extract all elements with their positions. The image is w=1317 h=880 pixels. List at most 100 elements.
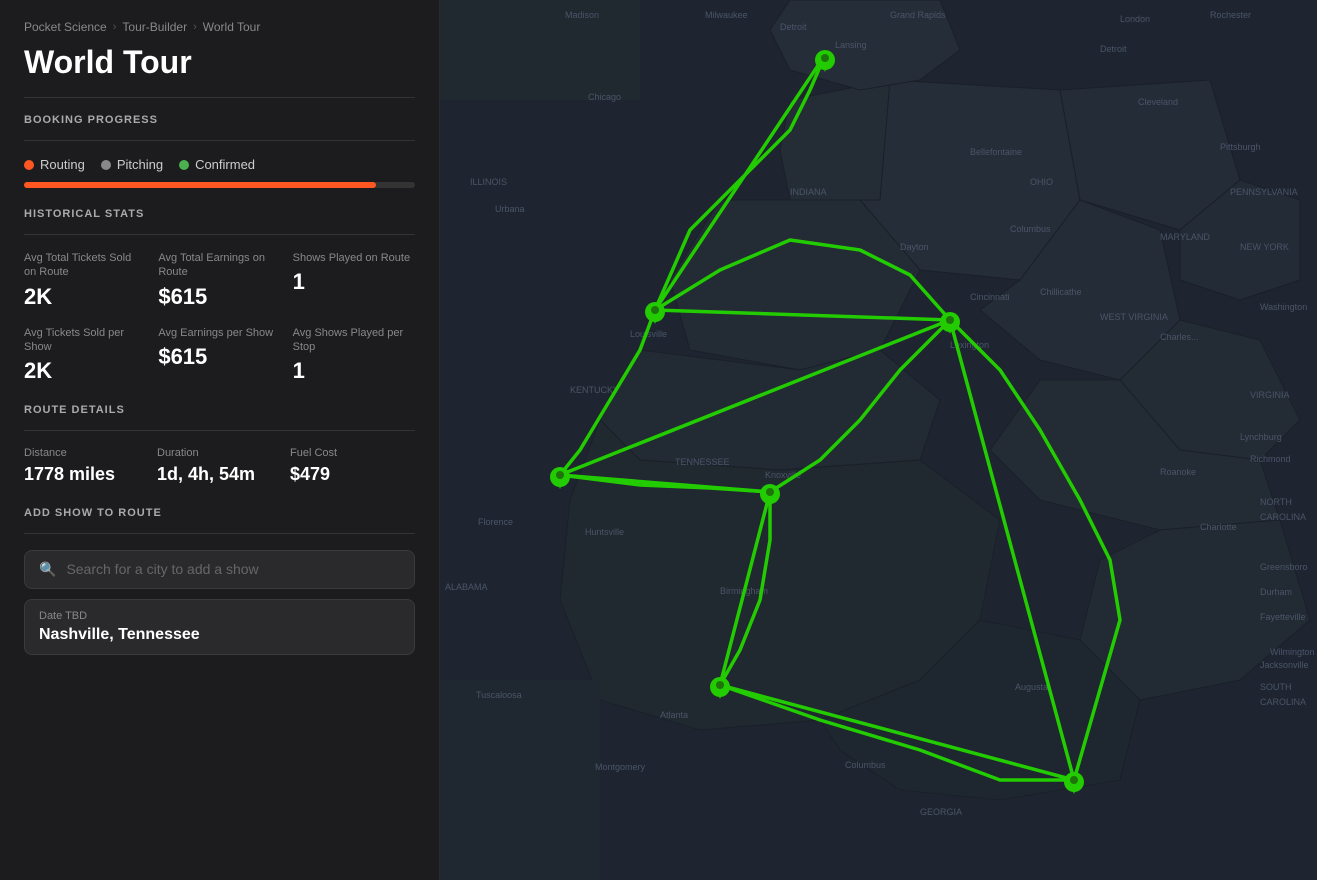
historical-stats-section: HISTORICAL STATS Avg Total Tickets Sold … xyxy=(24,208,415,384)
route-fuel-cost-label: Fuel Cost xyxy=(290,447,415,459)
svg-text:Montgomery: Montgomery xyxy=(595,762,646,772)
svg-text:Lansing: Lansing xyxy=(835,40,867,50)
stat-avg-tickets-sold: Avg Total Tickets Sold on Route 2K xyxy=(24,251,146,310)
svg-text:Huntsville: Huntsville xyxy=(585,527,624,537)
progress-bar-container xyxy=(24,182,415,188)
svg-text:Grand Rapids: Grand Rapids xyxy=(890,10,946,20)
svg-text:Greensboro: Greensboro xyxy=(1260,562,1308,572)
svg-text:Atlanta: Atlanta xyxy=(660,710,688,720)
svg-text:CAROLINA: CAROLINA xyxy=(1260,697,1306,707)
stat-value-avg-tickets-sold: 2K xyxy=(24,284,146,310)
svg-text:Bellefontaine: Bellefontaine xyxy=(970,147,1022,157)
route-distance-label: Distance xyxy=(24,447,149,459)
svg-text:Detroit: Detroit xyxy=(1100,44,1127,54)
svg-text:PENNSYLVANIA: PENNSYLVANIA xyxy=(1230,187,1298,197)
progress-bar-fill xyxy=(24,182,376,188)
routing-dot xyxy=(24,160,34,170)
svg-text:Milwaukee: Milwaukee xyxy=(705,10,748,20)
svg-text:Urbana: Urbana xyxy=(495,204,525,214)
breadcrumb-sep-2: › xyxy=(193,21,197,33)
svg-text:MARYLAND: MARYLAND xyxy=(1160,232,1210,242)
svg-text:Columbus: Columbus xyxy=(845,760,886,770)
legend-confirmed: Confirmed xyxy=(179,157,255,172)
booking-legend: Routing Pitching Confirmed xyxy=(24,157,415,172)
svg-text:Chicago: Chicago xyxy=(588,92,621,102)
route-distance: Distance 1778 miles xyxy=(24,447,149,486)
svg-text:Dayton: Dayton xyxy=(900,242,929,252)
route-duration-label: Duration xyxy=(157,447,282,459)
route-duration: Duration 1d, 4h, 54m xyxy=(157,447,282,486)
svg-text:Durham: Durham xyxy=(1260,587,1292,597)
legend-pitching: Pitching xyxy=(101,157,163,172)
left-panel: Pocket Science › Tour-Builder › World To… xyxy=(0,0,440,880)
svg-text:Cleveland: Cleveland xyxy=(1138,97,1178,107)
stat-value-avg-earnings-per-show: $615 xyxy=(158,344,280,370)
booking-progress-title: BOOKING PROGRESS xyxy=(24,114,415,126)
svg-text:Columbus: Columbus xyxy=(1010,224,1051,234)
add-show-divider xyxy=(24,533,415,534)
pitching-dot xyxy=(101,160,111,170)
route-divider xyxy=(24,430,415,431)
stats-divider xyxy=(24,234,415,235)
page-title: World Tour xyxy=(24,44,415,81)
svg-text:TENNESSEE: TENNESSEE xyxy=(675,457,730,467)
breadcrumb-item-2[interactable]: Tour-Builder xyxy=(122,20,187,34)
confirmed-dot xyxy=(179,160,189,170)
stat-value-avg-shows-per-stop: 1 xyxy=(293,358,415,384)
search-box[interactable]: 🔍 xyxy=(24,550,415,589)
pitching-label: Pitching xyxy=(117,157,163,172)
routing-label: Routing xyxy=(40,157,85,172)
breadcrumb-item-1[interactable]: Pocket Science xyxy=(24,20,107,34)
route-fuel-cost: Fuel Cost $479 xyxy=(290,447,415,486)
stat-value-avg-tickets-per-show: 2K xyxy=(24,358,146,384)
svg-text:Roanoke: Roanoke xyxy=(1160,467,1196,477)
show-result-city: Nashville, Tennessee xyxy=(39,626,400,644)
stat-avg-earnings: Avg Total Earnings on Route $615 xyxy=(158,251,280,310)
svg-text:GEORGIA: GEORGIA xyxy=(920,807,962,817)
stat-shows-played: Shows Played on Route 1 xyxy=(293,251,415,310)
svg-text:Florence: Florence xyxy=(478,517,513,527)
svg-text:Tuscaloosa: Tuscaloosa xyxy=(476,690,522,700)
route-duration-value: 1d, 4h, 54m xyxy=(157,463,282,486)
stat-avg-tickets-per-show: Avg Tickets Sold per Show 2K xyxy=(24,326,146,385)
stat-label-avg-shows-per-stop: Avg Shows Played per Stop xyxy=(293,326,415,355)
svg-text:OHIO: OHIO xyxy=(1030,177,1053,187)
svg-text:Lynchburg: Lynchburg xyxy=(1240,432,1282,442)
stat-value-shows-played: 1 xyxy=(293,269,415,295)
stat-label-avg-earnings-per-show: Avg Earnings per Show xyxy=(158,326,280,340)
breadcrumb-sep-1: › xyxy=(113,21,117,33)
svg-text:ILLINOIS: ILLINOIS xyxy=(470,177,507,187)
stat-label-avg-earnings: Avg Total Earnings on Route xyxy=(158,251,280,280)
breadcrumb: Pocket Science › Tour-Builder › World To… xyxy=(24,20,415,34)
title-divider xyxy=(24,97,415,98)
confirmed-label: Confirmed xyxy=(195,157,255,172)
stats-grid: Avg Total Tickets Sold on Route 2K Avg T… xyxy=(24,251,415,384)
stat-label-avg-tickets-sold: Avg Total Tickets Sold on Route xyxy=(24,251,146,280)
svg-text:SOUTH: SOUTH xyxy=(1260,682,1292,692)
svg-text:CAROLINA: CAROLINA xyxy=(1260,512,1306,522)
route-grid: Distance 1778 miles Duration 1d, 4h, 54m… xyxy=(24,447,415,486)
stat-avg-shows-per-stop: Avg Shows Played per Stop 1 xyxy=(293,326,415,385)
svg-text:KENTUCKY: KENTUCKY xyxy=(570,385,619,395)
svg-text:Chillicathe: Chillicathe xyxy=(1040,287,1082,297)
route-distance-value: 1778 miles xyxy=(24,463,149,486)
svg-text:Washington: Washington xyxy=(1260,302,1307,312)
search-icon: 🔍 xyxy=(39,561,56,578)
svg-text:NORTH: NORTH xyxy=(1260,497,1292,507)
svg-text:Wilmington: Wilmington xyxy=(1270,647,1315,657)
stat-value-avg-earnings: $615 xyxy=(158,284,280,310)
search-input[interactable] xyxy=(66,561,400,577)
svg-text:Cincinnati: Cincinnati xyxy=(970,292,1010,302)
svg-text:Rochester: Rochester xyxy=(1210,10,1251,20)
add-show-section: ADD SHOW TO ROUTE 🔍 Date TBD Nashville, … xyxy=(24,507,415,655)
svg-text:Fayetteville: Fayetteville xyxy=(1260,612,1306,622)
svg-text:Madison: Madison xyxy=(565,10,599,20)
route-fuel-cost-value: $479 xyxy=(290,463,415,486)
historical-stats-title: HISTORICAL STATS xyxy=(24,208,415,220)
map-panel[interactable]: Detroit D... Madison Milwaukee Grand Rap… xyxy=(440,0,1317,880)
booking-divider xyxy=(24,140,415,141)
svg-text:London: London xyxy=(1120,14,1150,24)
svg-text:VIRGINIA: VIRGINIA xyxy=(1250,390,1290,400)
show-result[interactable]: Date TBD Nashville, Tennessee xyxy=(24,599,415,655)
stat-label-avg-tickets-per-show: Avg Tickets Sold per Show xyxy=(24,326,146,355)
